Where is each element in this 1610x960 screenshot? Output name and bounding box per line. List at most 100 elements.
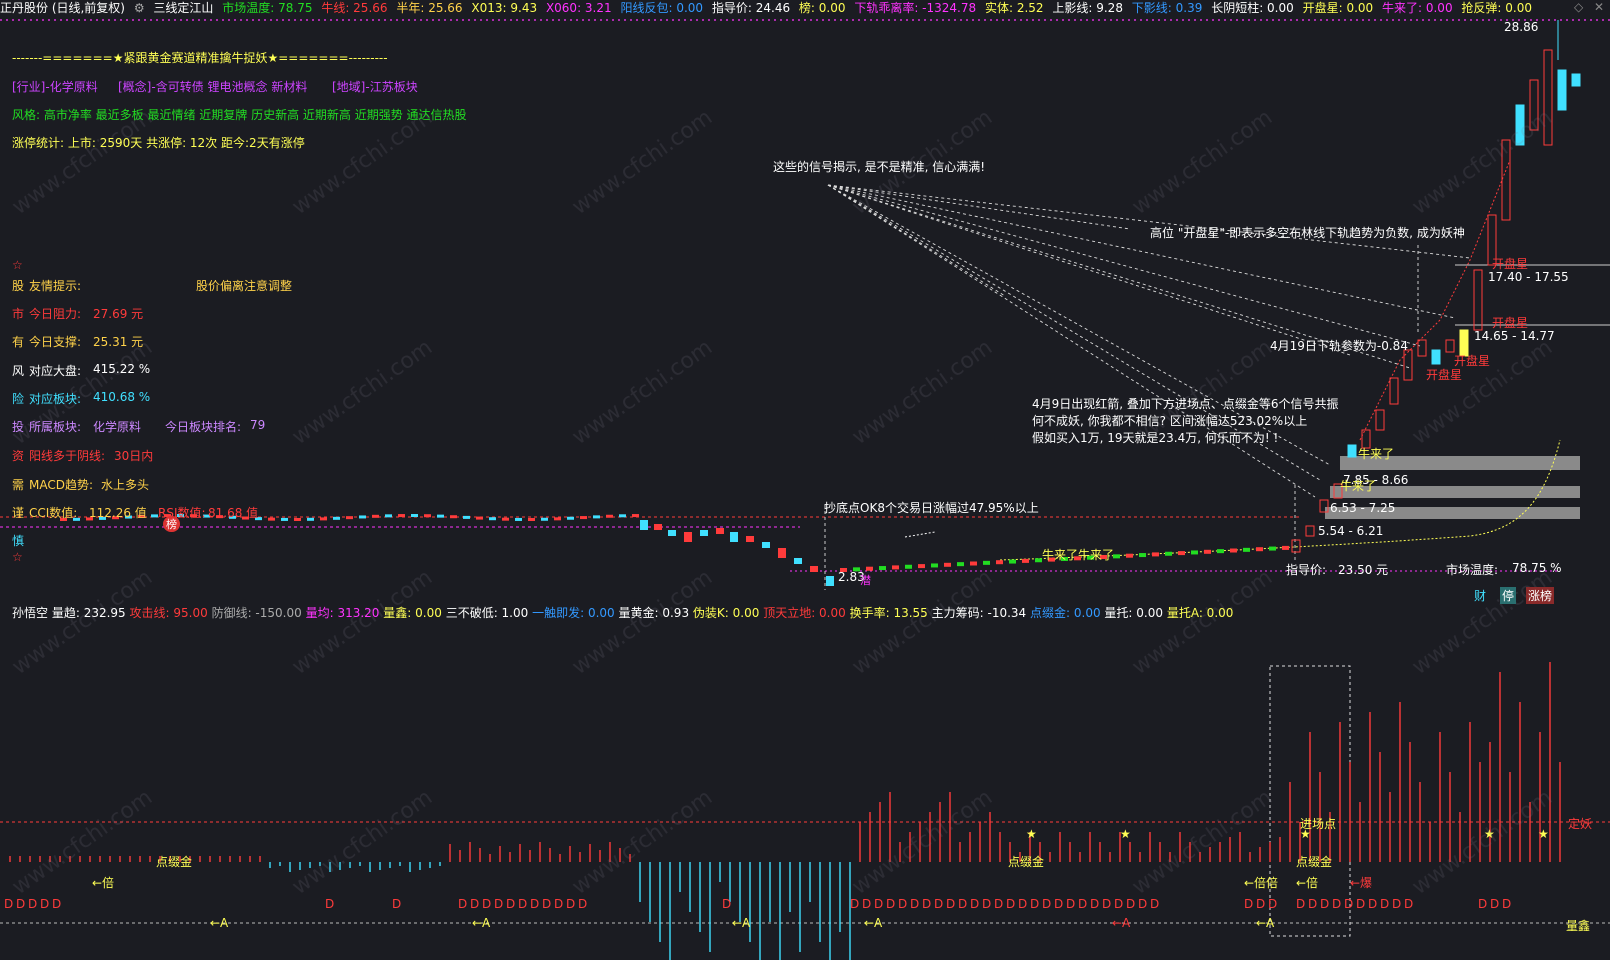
candle	[1282, 545, 1289, 550]
range-label: 14.65 - 14.77	[1474, 329, 1555, 343]
d-marker: D	[566, 897, 576, 911]
star-marker: ★	[1026, 827, 1037, 841]
candle	[1417, 339, 1427, 357]
candle	[1269, 546, 1276, 551]
macd-label: MACD趋势:	[29, 478, 94, 492]
d-marker: D	[1344, 897, 1354, 911]
d-marker: D	[392, 897, 402, 911]
arrow-a-label: ←A	[472, 916, 491, 930]
d-marker: D	[1392, 897, 1402, 911]
candle	[716, 528, 724, 534]
d-marker: D	[518, 897, 528, 911]
candle	[424, 514, 431, 518]
candle	[1152, 552, 1159, 557]
candle	[632, 514, 639, 518]
d-marker: D	[28, 897, 38, 911]
arrow-a-label: ←A	[732, 916, 751, 930]
candle	[983, 560, 990, 565]
guide-value: 23.50 元	[1338, 563, 1389, 577]
candle	[879, 566, 886, 571]
bull-came-label: 牛来了	[1340, 479, 1377, 493]
d-marker: D	[16, 897, 26, 911]
dot-gold: 点缀金: 0.00	[1030, 606, 1101, 620]
d-marker: D	[1150, 897, 1160, 911]
candle	[1165, 551, 1172, 556]
candle	[1571, 73, 1581, 87]
d-marker: D	[1308, 897, 1318, 911]
d-marker: D	[874, 897, 884, 911]
range-label: 6.53 - 7.25	[1330, 501, 1396, 515]
d-marker: D	[1296, 897, 1306, 911]
d-marker: D	[1090, 897, 1100, 911]
yang-value: 30日内	[114, 449, 154, 463]
candle	[359, 515, 366, 519]
candle	[762, 542, 770, 548]
candle	[151, 514, 158, 518]
zhangting-tag[interactable]: 涨榜	[1526, 587, 1555, 604]
candle	[580, 516, 587, 520]
candle	[606, 514, 613, 518]
side-char: 慎	[12, 534, 25, 548]
belong-label: 所属板块:	[29, 420, 82, 434]
yang-label: 阳线多于阴线:	[29, 449, 106, 463]
candle	[372, 514, 379, 518]
candle	[333, 516, 340, 520]
jian-tag: 潜	[860, 574, 871, 587]
candle	[281, 517, 288, 521]
candle	[1113, 554, 1120, 559]
volume-bar-series: ★ ★ ★ ★ ★	[9, 662, 1561, 960]
d-marker: D	[52, 897, 62, 911]
ting-tag[interactable]: 停	[1500, 587, 1517, 604]
candle	[1389, 377, 1399, 405]
d-marker: D	[1368, 897, 1378, 911]
candle	[892, 565, 899, 570]
signal-title: 这些的信号揭示, 是不是精准, 信心满满!	[773, 160, 986, 174]
d-marker: D	[922, 897, 932, 911]
temp-label: 市场温度:	[1446, 563, 1499, 577]
resist-value: 27.69 元	[93, 307, 144, 321]
defense-line: 防御线: -150.00	[211, 606, 302, 620]
d-marker: D	[1054, 897, 1064, 911]
candle	[730, 532, 738, 542]
candle	[970, 561, 977, 566]
candle	[826, 576, 834, 586]
top-sky: 顶天立地: 0.00	[763, 606, 846, 620]
d-marker: D	[1102, 897, 1112, 911]
side-char: 市	[12, 307, 25, 321]
d-marker: D	[898, 897, 908, 911]
sub-name[interactable]: 孙悟空	[12, 606, 48, 620]
market-value: 415.22 %	[93, 362, 151, 376]
arrow-a-label: ←A	[210, 916, 229, 930]
bao-label: ←爆	[1350, 876, 1373, 890]
candle	[307, 517, 314, 521]
candle	[1217, 549, 1224, 554]
d-marker: D	[1126, 897, 1136, 911]
arrow-a-label: ←A	[1256, 916, 1275, 930]
d-marker: D	[1018, 897, 1028, 911]
d-marker: D	[1404, 897, 1414, 911]
d-marker: D	[850, 897, 860, 911]
side-char: 谨	[12, 506, 25, 520]
touch: 一触即发: 0.00	[532, 606, 615, 620]
candle	[463, 515, 470, 519]
bull-came-label: 牛来了	[1358, 447, 1395, 461]
side-char: 风	[12, 364, 25, 378]
high-open-star-note: 高位 "开盘星"-即表示多空布林线下轨趋势为负数, 成为妖神	[1150, 226, 1465, 240]
d-marker: D	[578, 897, 588, 911]
candle	[1191, 550, 1198, 555]
cai-tag[interactable]: 财	[1474, 587, 1486, 604]
candle	[746, 536, 754, 542]
three-nobreak: 三不破低: 1.00	[445, 606, 529, 620]
dingyao-label: 定妖	[1568, 817, 1593, 831]
d-marker: D	[1042, 897, 1052, 911]
liangxin-label: 量鑫	[1566, 919, 1591, 933]
d-marker: D	[542, 897, 552, 911]
sub-indicator-header: 孙悟空 量趋: 232.95 攻击线: 95.00 防御线: -150.00 量…	[12, 604, 1233, 621]
vol-xin: 量鑫: 0.00	[383, 606, 442, 620]
d-marker: D	[722, 897, 732, 911]
open-star-label: 开盘星	[1492, 257, 1529, 271]
bei-label: ←倍	[92, 876, 115, 890]
tip-value: 股价偏离注意调整	[196, 279, 293, 293]
resist-label: 今日阻力:	[29, 307, 82, 321]
support-label: 今日支撑:	[29, 335, 82, 349]
